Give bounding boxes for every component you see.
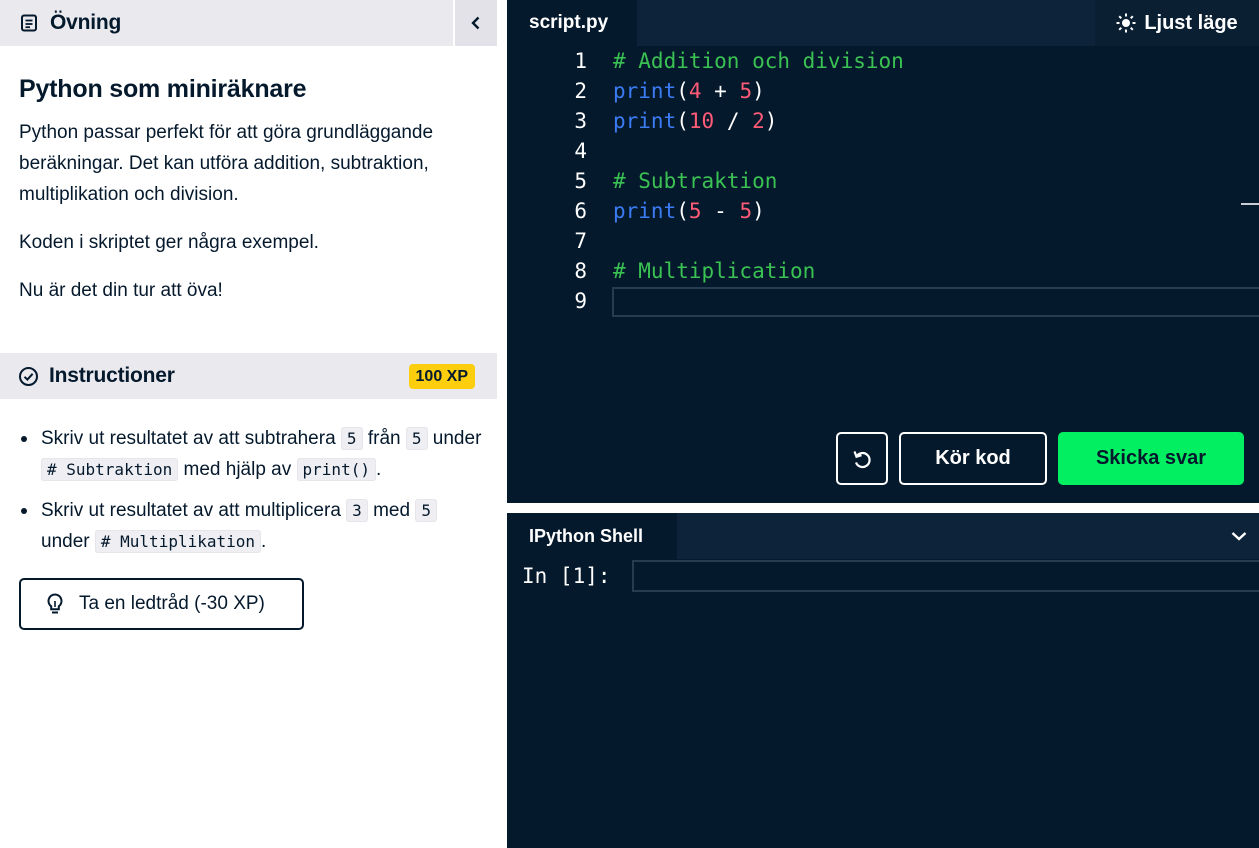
instruction-text: Skriv ut resultatet av att multiplicera [41,500,341,521]
shell-prompt: In [1]: [522,564,611,588]
hint-button-label: Ta en ledtråd (-30 XP) [79,593,265,614]
tab-ipython-shell-label: IPython Shell [529,525,644,546]
collapse-panel-button[interactable] [453,0,497,46]
instructions-header: Instructioner 100 XP [0,353,497,399]
exercise-header-title: Övning [50,11,122,34]
line-number: 6 [574,199,587,223]
hint-button[interactable]: Ta en ledtråd (-30 XP) [19,578,304,630]
panel-divider[interactable] [497,0,507,848]
code-operator: - [701,199,740,223]
inline-code: # Multiplikation [94,530,262,553]
code-number: 5 [688,199,702,223]
line-number: 1 [574,49,587,73]
shell-collapse-button[interactable] [1219,513,1259,559]
lightbulb-icon [47,593,63,614]
light-mode-label: Ljust läge [1144,11,1238,34]
check-circle-icon [19,366,38,386]
tab-script[interactable]: script.py [507,0,637,46]
exercise-paragraph: Python passar perfekt för att göra grund… [19,122,434,205]
instruction-text: under [41,531,90,552]
inline-code: 5 [340,427,363,450]
code-line[interactable] [613,286,1253,316]
tab-script-label: script.py [529,12,609,33]
inline-code: print() [296,458,376,481]
shell-tabbar: IPython Shell [507,513,1259,559]
line-number: 5 [574,169,587,193]
instruction-text: från [367,428,401,449]
code-number: 2 [752,109,765,133]
instructions-list: Skriv ut resultatet av att subtrahera 5 … [19,423,489,567]
code-line[interactable]: print(5 - 5) [613,196,1253,226]
code-comment: # Addition och division [613,49,904,73]
code-function: print [613,79,677,103]
chevron-left-icon [471,16,480,30]
shell-input[interactable] [632,560,1259,592]
inline-code: # Subtraktion [41,458,179,481]
reset-button[interactable] [836,432,888,485]
instruction-item: Skriv ut resultatet av att subtrahera 5 … [19,423,489,485]
exercise-paragraph: Nu är det din tur att öva! [19,280,223,301]
line-numbers: 1 2 3 4 5 6 7 8 9 [547,46,587,316]
code-function: print [613,199,677,223]
instruction-text: . [261,531,267,552]
instruction-text: med hjälp av [183,459,292,480]
instruction-item: Skriv ut resultatet av att multiplicera … [19,495,489,557]
tab-ipython-shell[interactable]: IPython Shell [507,513,677,559]
exercise-panel: Övning Python som miniräknare Python pas… [0,0,497,848]
instruction-text: under [432,428,482,449]
inline-code: 5 [415,499,437,522]
line-number: 4 [574,139,587,163]
sun-icon [1116,13,1136,33]
code-line[interactable]: # Addition och division [613,46,1253,76]
code-operator: / [714,109,753,133]
undo-icon [853,450,871,468]
code-line[interactable]: # Multiplication [613,256,1253,286]
code-number: 4 [688,79,702,103]
code-line[interactable] [613,136,1253,166]
line-number: 8 [574,259,587,283]
light-mode-button[interactable]: Ljust läge [1095,0,1259,46]
line-number: 7 [574,229,587,253]
code-line[interactable] [613,226,1253,256]
code-line[interactable]: print(4 + 5) [613,76,1253,106]
code-number: 10 [688,109,715,133]
code-function: print [613,109,677,133]
run-code-label: Kör kod [935,447,1011,469]
document-icon [21,14,37,32]
ipython-shell: IPython Shell In [1]: [507,513,1259,848]
line-number: 9 [574,289,587,313]
instruction-text: . [375,459,382,480]
line-number: 3 [574,109,587,133]
submit-answer-label: Skicka svar [1095,447,1207,469]
code-number: 5 [739,79,753,103]
code-comment: # Subtraktion [613,169,778,193]
chevron-down-icon [1231,532,1247,541]
line-number: 2 [574,79,587,103]
exercise-header: Övning [0,0,497,46]
exercise-title: Python som miniräknare [19,75,307,103]
code-line[interactable]: print(10 / 2) [613,106,1253,136]
inline-code: 3 [346,499,368,522]
exercise-paragraph: Koden i skriptet ger några exempel. [19,232,319,253]
submit-answer-button[interactable]: Skicka svar [1058,432,1244,485]
editor-scrollbar[interactable] [1241,203,1259,205]
code-editor: script.py Ljust läge 1 2 3 4 5 6 7 8 9 #… [507,0,1259,503]
instructions-header-title: Instructioner [49,364,175,387]
editor-shell-divider[interactable] [507,503,1259,513]
inline-code: 5 [405,427,428,450]
xp-badge: 100 XP [408,364,475,389]
instruction-text: med [373,500,411,521]
exercise-body: Python som miniräknare Python passar per… [19,70,489,323]
code-number: 5 [739,199,753,223]
instruction-text: Skriv ut resultatet av att subtrahera [41,428,336,449]
code-line[interactable]: # Subtraktion [613,166,1253,196]
editor-tabbar: script.py Ljust läge [507,0,1259,46]
run-code-button[interactable]: Kör kod [899,432,1047,485]
code-comment: # Multiplication [613,259,816,283]
code-operator: + [701,79,740,103]
code-lines[interactable]: # Addition och division print(4 + 5) pri… [613,46,1253,316]
